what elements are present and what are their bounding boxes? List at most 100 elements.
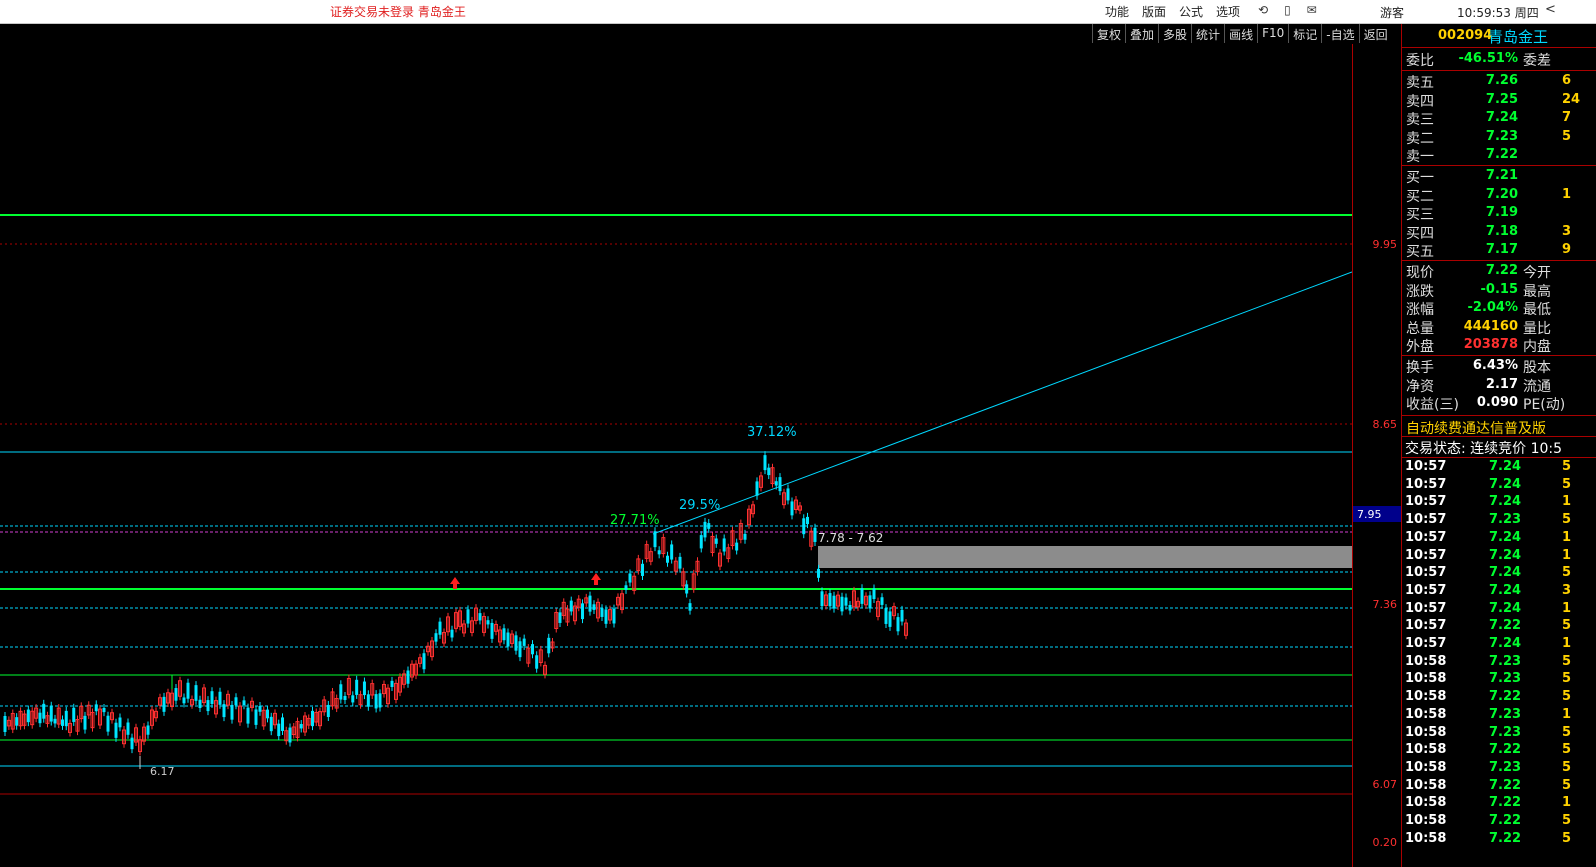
tick-volume: 5: [1562, 813, 1572, 828]
candle-body: [604, 609, 608, 624]
tick-price: 7.24: [1489, 529, 1522, 545]
candle-body: [666, 555, 669, 563]
stat-row: 现价 7.22 今开: [1402, 262, 1596, 281]
tick-volume: 5: [1562, 742, 1572, 758]
candle-body: [817, 568, 820, 578]
menu-layout[interactable]: 版面: [1142, 3, 1166, 20]
candle-body: [38, 712, 42, 724]
toolbar-f10[interactable]: F10: [1257, 24, 1288, 43]
candle-body: [422, 653, 426, 670]
toolbar-restore-rights[interactable]: 复权: [1092, 24, 1125, 43]
candle-body: [722, 538, 726, 552]
bid-row: 买五 7.17 9: [1402, 241, 1596, 260]
candle-body: [434, 633, 438, 642]
tick-price: 7.23: [1489, 759, 1522, 775]
stat-row-value: 6.43%: [1472, 358, 1518, 373]
tick-row: 10:57 7.24 1: [1402, 548, 1596, 565]
tick-row: 10:57 7.24 1: [1402, 530, 1596, 547]
tick-volume: 5: [1562, 830, 1572, 846]
tick-row: 10:58 7.23 5: [1402, 725, 1596, 742]
stat-row-label: 净资: [1406, 378, 1434, 395]
tick-time: 10:58: [1405, 742, 1447, 758]
tick-time: 10:57: [1405, 618, 1447, 634]
bid-row-label: 买二: [1406, 188, 1434, 205]
candle-body: [326, 704, 330, 718]
stat-row-label2: 今开: [1523, 265, 1551, 281]
price-axis: 9.95 8.65 7.95 7.36 6.07 0.20: [1353, 238, 1401, 849]
candle-body: [612, 608, 616, 624]
candle-body: [72, 707, 76, 722]
candle-body: [182, 697, 186, 704]
ask-row-volume: 24: [1562, 91, 1581, 107]
title-bar: 证券交易未登录 青岛金王 功能 版面 公式 选项 ⟲ ▯ ✉ 游客 10:59:…: [0, 0, 1596, 24]
kline-chart[interactable]: 27.71% 29.5% 37.12% 7.78 - 7.62 6.17: [0, 44, 1352, 867]
candle-body: [840, 596, 844, 612]
mail-icon[interactable]: ✉: [1307, 3, 1317, 17]
tick-price: 7.24: [1489, 476, 1522, 492]
candle-body: [813, 527, 817, 542]
toolbar-watchlist[interactable]: -自选: [1321, 24, 1358, 43]
ask-row-label: 卖三: [1406, 112, 1434, 129]
toolbar-statistics[interactable]: 统计: [1191, 24, 1224, 43]
candle-body: [522, 638, 526, 646]
refresh-icon[interactable]: ⟲: [1258, 3, 1268, 17]
candle-body: [450, 629, 454, 638]
tick-row: 10:57 7.24 3: [1402, 583, 1596, 600]
toolbar-multi-stock[interactable]: 多股: [1158, 24, 1191, 43]
candle-body: [49, 705, 53, 722]
candle-body: [502, 628, 506, 641]
tick-price: 7.24: [1489, 494, 1522, 510]
candle-body: [688, 603, 692, 611]
candle-body: [714, 538, 718, 544]
tick-row: 10:58 7.23 5: [1402, 760, 1596, 777]
service-notice[interactable]: 自动续费通达信普及版: [1406, 418, 1546, 438]
candle-body: [490, 622, 494, 639]
stat-row: 收益(三) 0.090 PE(动): [1402, 394, 1596, 413]
tick-price: 7.24: [1489, 600, 1522, 616]
trade-state: 交易状态: 连续竞价 10:5: [1405, 441, 1563, 457]
candle-body: [242, 700, 246, 706]
chart-overlays: 27.71% 29.5% 37.12% 7.78 - 7.62 6.17: [150, 425, 883, 778]
tick-volume: 5: [1562, 724, 1572, 740]
tick-price: 7.22: [1489, 742, 1522, 758]
chart-toolbar: 复权 叠加 多股 统计 画线 F10 标记 -自选 返回: [1092, 24, 1392, 43]
tick-volume: 1: [1562, 494, 1572, 510]
candle-body: [146, 725, 150, 735]
tick-volume: 1: [1562, 795, 1572, 811]
candle-body: [3, 716, 7, 732]
candle-body: [872, 588, 876, 599]
candle-body: [114, 722, 118, 738]
tick-row: 10:58 7.22 5: [1402, 813, 1596, 830]
menu-options[interactable]: 选项: [1216, 3, 1240, 20]
candle-body: [699, 535, 703, 549]
menu-formula[interactable]: 公式: [1179, 3, 1203, 20]
candle-body: [378, 693, 382, 708]
toolbar-overlay[interactable]: 叠加: [1125, 24, 1158, 43]
tick-volume: 5: [1562, 653, 1572, 669]
top-icons: ⟲ ▯ ✉: [1258, 3, 1317, 17]
bid-row-value: 7.18: [1485, 223, 1518, 239]
candle-body: [514, 635, 518, 651]
bid-row-volume: 9: [1562, 242, 1572, 258]
collapse-icon[interactable]: <: [1545, 2, 1556, 17]
bid-row-volume: 1: [1562, 186, 1572, 202]
ask-row-value: 7.24: [1485, 110, 1518, 126]
candle-body: [790, 501, 794, 516]
phone-icon[interactable]: ▯: [1284, 3, 1291, 17]
tick-row: 10:58 7.23 5: [1402, 654, 1596, 671]
tick-volume: 1: [1562, 600, 1572, 616]
stat-row-label2: PE(动): [1523, 397, 1566, 414]
candle-body: [83, 715, 87, 730]
toolbar-back[interactable]: 返回: [1358, 24, 1392, 43]
login-status[interactable]: 证券交易未登录 青岛金王: [330, 3, 466, 20]
tick-time: 10:58: [1405, 653, 1447, 669]
toolbar-draw-line[interactable]: 画线: [1224, 24, 1257, 43]
buy-arrow-icon: [591, 573, 601, 585]
toolbar-mark[interactable]: 标记: [1288, 24, 1321, 43]
menu-function[interactable]: 功能: [1105, 3, 1129, 20]
candle-body: [351, 695, 355, 703]
guest-user[interactable]: 游客: [1380, 4, 1404, 21]
candle-body: [126, 722, 130, 735]
candle-body: [254, 709, 258, 725]
candle-body: [130, 737, 134, 750]
